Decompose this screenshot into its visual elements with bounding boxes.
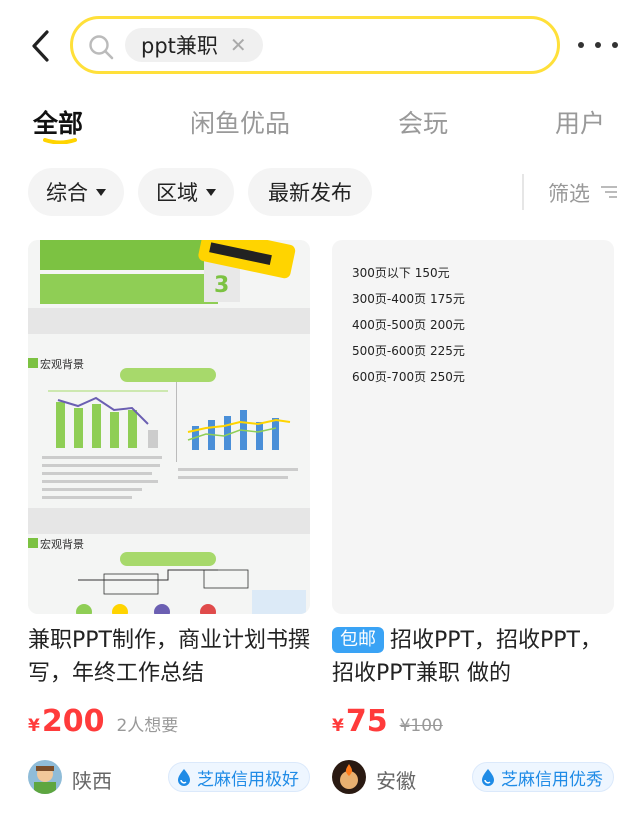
tab-active-indicator xyxy=(43,138,77,144)
sesame-credit-icon xyxy=(482,769,494,786)
price-list-row: 300页-400页 175元 xyxy=(352,292,465,306)
listing-image[interactable]: 3 宏观背景 宏观背景 xyxy=(28,240,310,614)
listing-image[interactable]: 300页以下 150元 300页-400页 175元 400页-500页 200… xyxy=(332,240,614,614)
credit-badge: 芝麻信用优秀 xyxy=(472,762,614,792)
filter-lines-icon xyxy=(601,186,617,198)
credit-badge: 芝麻信用极好 xyxy=(168,762,310,792)
search-header: ppt兼职 ✕ xyxy=(0,0,640,92)
query-chip[interactable]: ppt兼职 ✕ xyxy=(125,28,263,62)
latest-button[interactable]: 最新发布 xyxy=(248,168,372,216)
area-dropdown[interactable]: 区域 xyxy=(138,168,234,216)
chevron-left-icon xyxy=(32,30,49,62)
original-price: ¥100 xyxy=(399,716,443,736)
section-title: 宏观背景 xyxy=(40,537,84,551)
seller-region: 安徽 xyxy=(376,769,416,793)
price: ¥75 xyxy=(332,704,388,739)
area-label: 区域 xyxy=(156,181,198,205)
more-options-icon[interactable] xyxy=(578,30,618,60)
credit-label: 芝麻信用极好 xyxy=(197,769,299,790)
seller-region: 陕西 xyxy=(72,769,112,793)
price-list: 300页以下 150元 300页-400页 175元 400页-500页 200… xyxy=(352,260,465,390)
latest-label: 最新发布 xyxy=(268,181,352,205)
avatar[interactable] xyxy=(332,760,366,794)
listing-title[interactable]: 兼职PPT制作，商业计划书撰写，年终工作总结 xyxy=(28,624,310,690)
credit-label: 芝麻信用优秀 xyxy=(501,769,603,790)
price-list-row: 400页-500页 200元 xyxy=(352,318,465,332)
price-list-row: 600页-700页 250元 xyxy=(352,370,465,384)
caret-down-icon xyxy=(96,188,106,196)
clear-query-icon[interactable]: ✕ xyxy=(230,33,247,57)
filter-divider xyxy=(522,174,524,210)
price-row: ¥200 2人想要 xyxy=(28,704,178,744)
tab-play[interactable]: 会玩 xyxy=(398,104,448,140)
filter-bar: 综合 区域 最新发布 筛选 xyxy=(0,168,640,220)
tab-premium[interactable]: 闲鱼优品 xyxy=(190,104,290,140)
sesame-credit-icon xyxy=(178,769,190,786)
wants-count: 2人想要 xyxy=(116,716,179,736)
search-icon xyxy=(89,35,114,60)
caret-down-icon xyxy=(206,188,216,196)
search-input[interactable]: ppt兼职 ✕ xyxy=(70,16,560,74)
sort-dropdown[interactable]: 综合 xyxy=(28,168,124,216)
section-title: 宏观背景 xyxy=(40,357,84,371)
price-list-row: 300页以下 150元 xyxy=(352,266,450,280)
ppt-preview-illustration: 3 宏观背景 宏观背景 xyxy=(28,240,310,614)
seller-row: 安徽 芝麻信用优秀 xyxy=(332,758,614,798)
avatar[interactable] xyxy=(28,760,62,794)
free-shipping-badge: 包邮 xyxy=(332,627,384,653)
svg-text:3: 3 xyxy=(214,273,229,298)
category-tabs: 全部 闲鱼优品 会玩 用户 xyxy=(0,92,640,154)
tab-all[interactable]: 全部 xyxy=(33,104,83,140)
filter-button[interactable]: 筛选 xyxy=(548,178,590,208)
tab-users[interactable]: 用户 xyxy=(555,104,605,140)
seller-row: 陕西 芝麻信用极好 xyxy=(28,758,310,798)
price-row: ¥75 ¥100 xyxy=(332,704,443,744)
query-text: ppt兼职 xyxy=(141,34,218,58)
price: ¥200 xyxy=(28,704,105,739)
sort-label: 综合 xyxy=(46,181,88,205)
back-button[interactable] xyxy=(22,26,58,66)
listing-title[interactable]: 包邮 招收PPT，招收PPT，招收PPT兼职 做的 xyxy=(332,624,614,690)
price-list-row: 500页-600页 225元 xyxy=(352,344,465,358)
